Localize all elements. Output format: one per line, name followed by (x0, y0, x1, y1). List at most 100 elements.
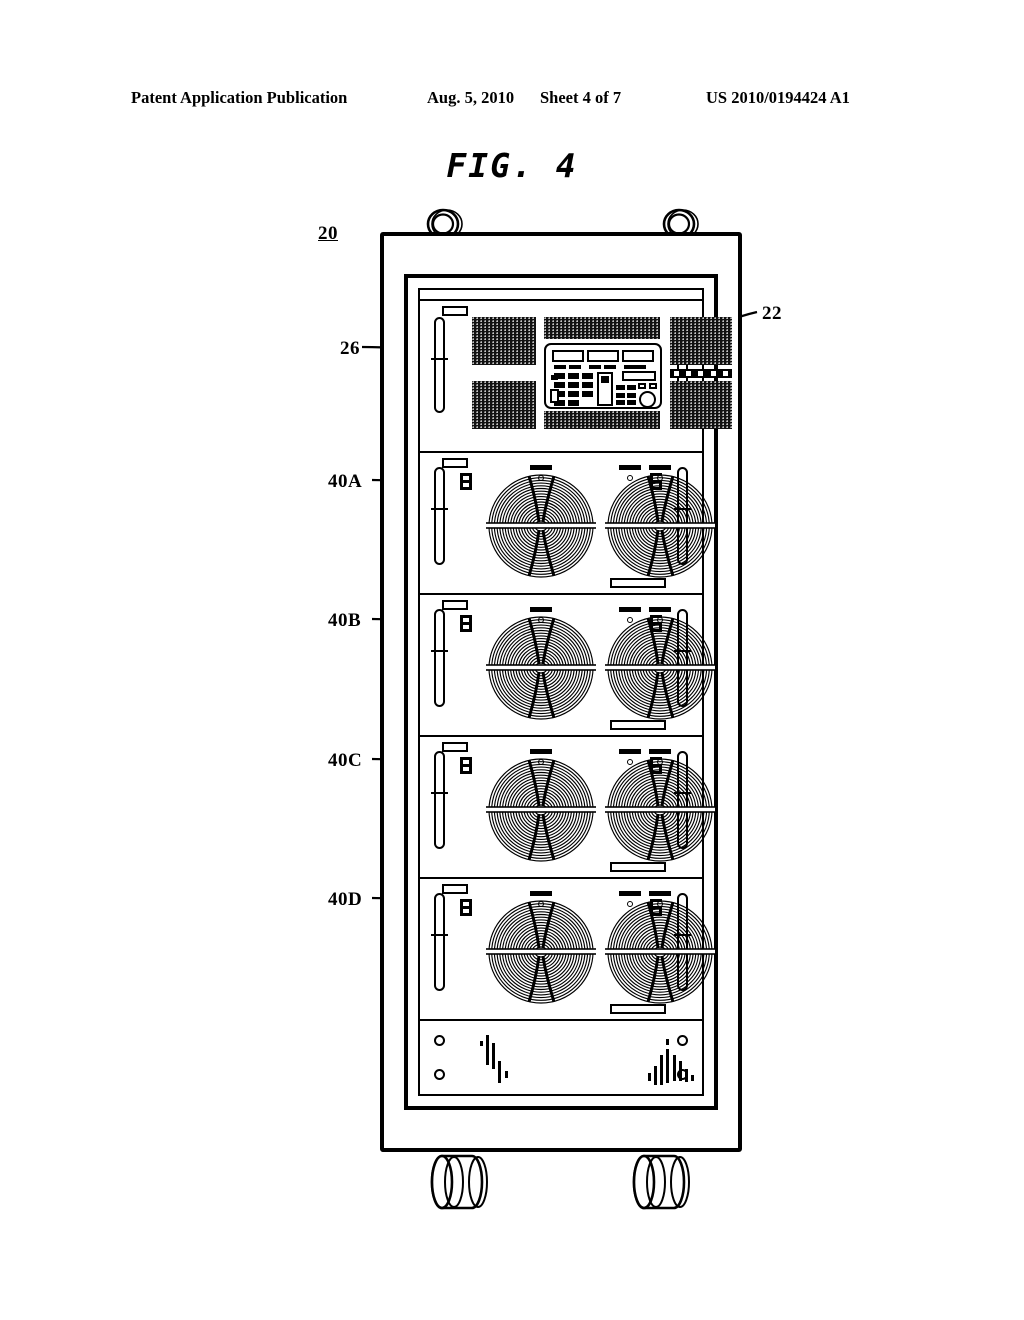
display-window-2 (587, 350, 619, 362)
rack-top-rail (420, 290, 702, 301)
cabinet-rack-frame (404, 274, 732, 1110)
fan-module-40C[interactable] (420, 737, 715, 879)
module-tag-label (442, 458, 468, 468)
operator-control-panel[interactable] (544, 343, 662, 409)
caster-wheel-right (632, 1154, 690, 1210)
cooling-fan-left (486, 898, 596, 1006)
panel-marking-b1 (648, 1073, 651, 1081)
module-bottom-bar (610, 578, 666, 588)
indicator-strip (670, 369, 732, 378)
keypad-button-r1c3[interactable] (582, 373, 593, 379)
header-publication: Patent Application Publication (131, 88, 348, 107)
keypad-button-r2c1[interactable] (554, 382, 565, 388)
function-button-f1[interactable] (616, 385, 625, 390)
cooling-fan-right (605, 756, 715, 864)
keypad-button-r4c2[interactable] (568, 400, 579, 406)
cooling-fan-right (605, 472, 715, 580)
fan-module-40B[interactable] (420, 595, 715, 737)
function-button-f2[interactable] (616, 393, 625, 398)
module-handle-left[interactable] (431, 467, 448, 565)
mesh-grille-top-left (472, 317, 536, 365)
panel-marking-b7 (679, 1061, 682, 1081)
panel-marking-a2 (486, 1035, 489, 1065)
fan-label-strip-1 (530, 749, 552, 754)
connector-block-left[interactable] (460, 615, 472, 632)
panel-marking-b2 (654, 1066, 657, 1085)
reference-label-22: 22 (762, 303, 782, 324)
panel-marking-a1 (480, 1041, 483, 1046)
panel-marking-a4 (498, 1061, 501, 1083)
panel-marking-a3 (492, 1043, 495, 1069)
panel-marking-b3 (660, 1055, 663, 1085)
panel-label-strip-1 (554, 365, 566, 369)
power-switch[interactable] (550, 389, 559, 403)
panel-screw-top-right (677, 1035, 688, 1046)
mesh-grille-top-center (544, 317, 660, 339)
connector-block-left[interactable] (460, 757, 472, 774)
soft-button-left[interactable] (638, 383, 646, 389)
reference-label-40A: 40A (328, 471, 363, 492)
module-handle-left[interactable] (431, 609, 448, 707)
soft-button-right[interactable] (649, 383, 657, 389)
module-bottom-bar (610, 720, 666, 730)
keypad-button-r2c2[interactable] (568, 382, 579, 388)
keypad-button-r1c2[interactable] (568, 373, 579, 379)
panel-screw-bottom-left (434, 1069, 445, 1080)
cabinet-module-bay (418, 288, 732, 1096)
reference-label-40D: 40D (328, 889, 363, 910)
panel-label-strip-3 (589, 365, 601, 369)
cooling-fan-right (605, 614, 715, 722)
function-button-f4[interactable] (627, 385, 636, 390)
mesh-grille-bottom-left (472, 381, 536, 429)
fan-module-40A[interactable] (420, 453, 715, 595)
keypad-button-r3c3[interactable] (582, 391, 593, 397)
fan-label-strip-3 (649, 607, 671, 612)
header-patent-number: US 2010/0194424 A1 (706, 88, 850, 107)
panel-screw-top-left (434, 1035, 445, 1046)
panel-label-strip-5 (624, 365, 646, 369)
blank-filler-panel[interactable] (420, 1021, 702, 1094)
cabinet-outer-frame (380, 232, 742, 1152)
header-date: Aug. 5, 2010 (427, 88, 515, 107)
status-led (551, 375, 558, 380)
header-sheet: Sheet 4 of 7 (540, 88, 622, 107)
panel-marking-b5 (666, 1049, 669, 1083)
panel-label-strip-2 (569, 365, 581, 369)
module-tag-label (442, 306, 468, 316)
panel-marking-a5 (505, 1071, 508, 1078)
fan-label-strip-1 (530, 891, 552, 896)
function-button-f6[interactable] (627, 400, 636, 405)
fan-label-strip-3 (649, 749, 671, 754)
keypad-button-r2c3[interactable] (582, 382, 593, 388)
module-bottom-bar (610, 862, 666, 872)
reference-label-40C: 40C (328, 750, 363, 771)
rotary-knob[interactable] (639, 391, 656, 408)
fan-label-strip-2 (619, 465, 641, 470)
fan-label-strip-3 (649, 465, 671, 470)
cooling-fan-right (605, 898, 715, 1006)
connector-block-left[interactable] (460, 473, 472, 490)
cooling-fan-left (486, 472, 596, 580)
module-handle-left[interactable] (431, 751, 448, 849)
wide-display-readout (622, 371, 656, 381)
fan-label-strip-1 (530, 607, 552, 612)
module-handle-left[interactable] (431, 317, 448, 413)
module-handle-left[interactable] (431, 893, 448, 991)
control-panel-module[interactable] (420, 301, 732, 453)
fan-label-strip-2 (619, 607, 641, 612)
connector-block-left[interactable] (460, 899, 472, 916)
fan-module-40D[interactable] (420, 879, 715, 1021)
panel-marking-b9 (691, 1075, 694, 1081)
cooling-fan-left (486, 756, 596, 864)
function-button-f3[interactable] (616, 400, 625, 405)
function-button-f5[interactable] (627, 393, 636, 398)
panel-label-strip-4 (604, 365, 616, 369)
reference-label-26: 26 (340, 338, 360, 359)
fan-label-strip-2 (619, 891, 641, 896)
reference-label-40B: 40B (328, 610, 362, 631)
mesh-grille-bottom-center (544, 411, 660, 429)
display-window-1 (552, 350, 584, 362)
selector-switch-dot[interactable] (601, 376, 609, 383)
keypad-button-r3c2[interactable] (568, 391, 579, 397)
module-tag-label (442, 600, 468, 610)
